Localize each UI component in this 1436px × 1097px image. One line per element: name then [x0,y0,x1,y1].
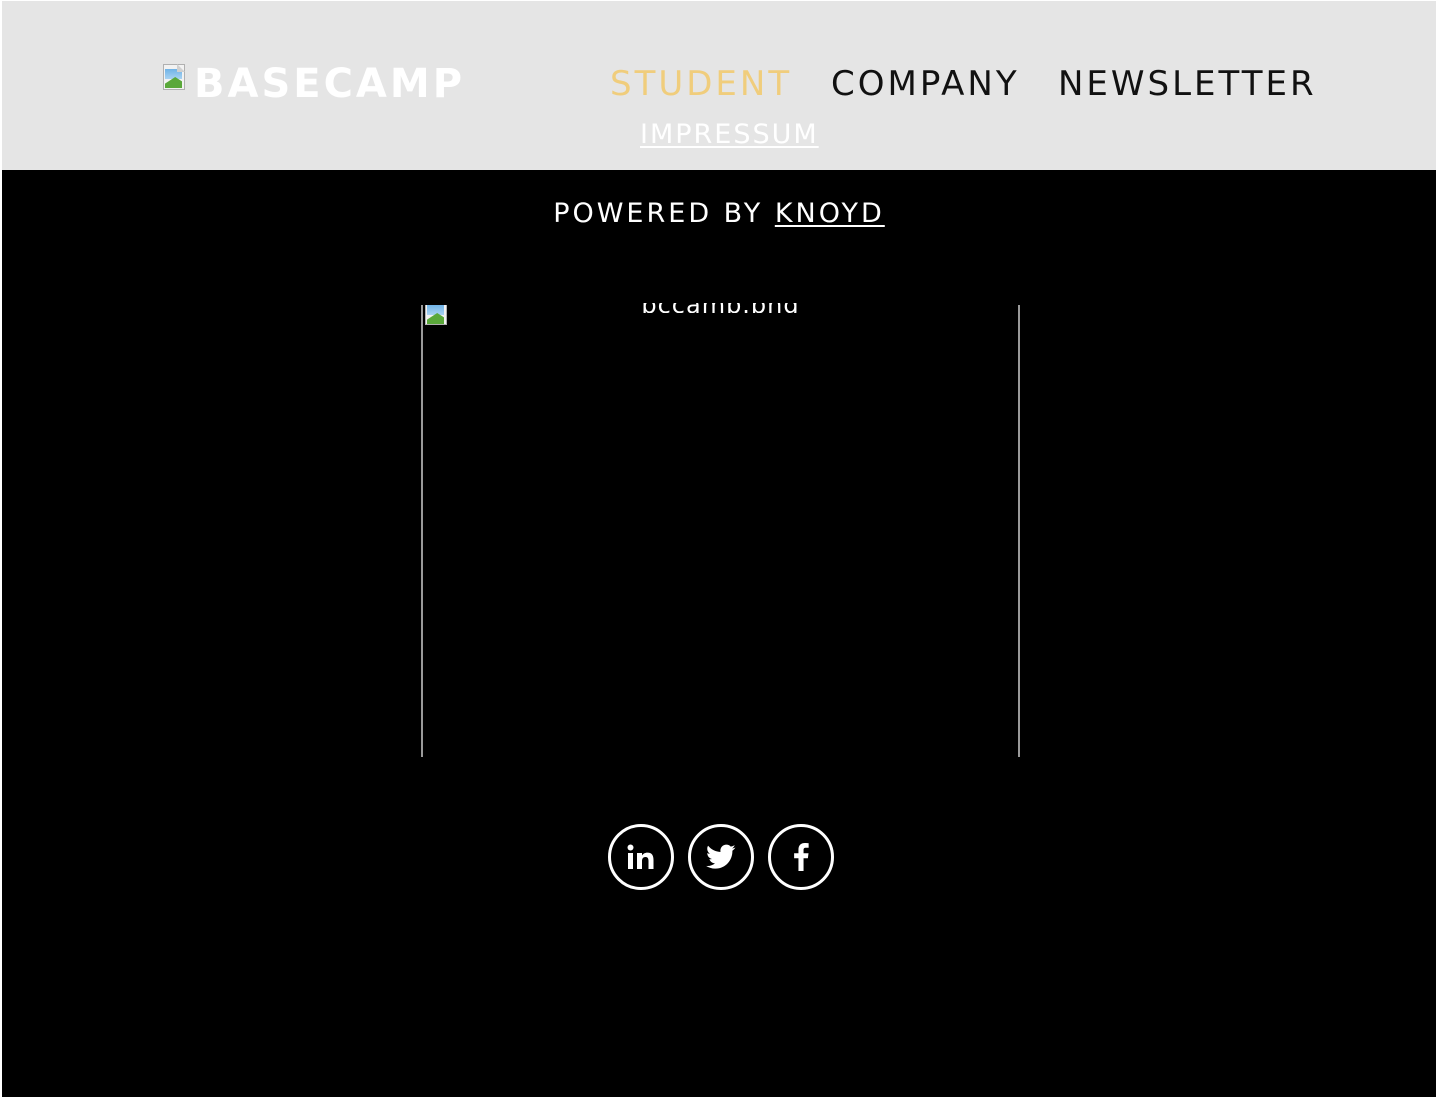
image-alt-text: bccamp.png [641,291,800,313]
linkedin-icon [627,844,655,870]
facebook-button[interactable] [768,824,834,890]
powered-by-label: POWERED BY [553,198,775,229]
page-frame: BASECAMP STUDENT COMPANY NEWSLETTER IMPR… [2,1,1436,1097]
knoyd-link[interactable]: KNOYD [775,198,885,229]
nav-item-company[interactable]: COMPANY [831,61,1020,107]
nav-item-student[interactable]: STUDENT [610,61,792,107]
powered-by: POWERED BY KNOYD [2,196,1436,232]
twitter-icon [706,844,736,870]
main-nav: STUDENT COMPANY NEWSLETTER [2,61,1436,111]
nav-item-newsletter[interactable]: NEWSLETTER [1058,61,1317,107]
broken-image-frame: bccamp.png [421,303,1020,757]
twitter-button[interactable] [688,824,754,890]
linkedin-button[interactable] [608,824,674,890]
page: BASECAMP STUDENT COMPANY NEWSLETTER IMPR… [0,0,1436,1097]
impressum-link[interactable]: IMPRESSUM [640,118,819,152]
social-links [608,824,838,890]
facebook-icon [793,843,809,871]
